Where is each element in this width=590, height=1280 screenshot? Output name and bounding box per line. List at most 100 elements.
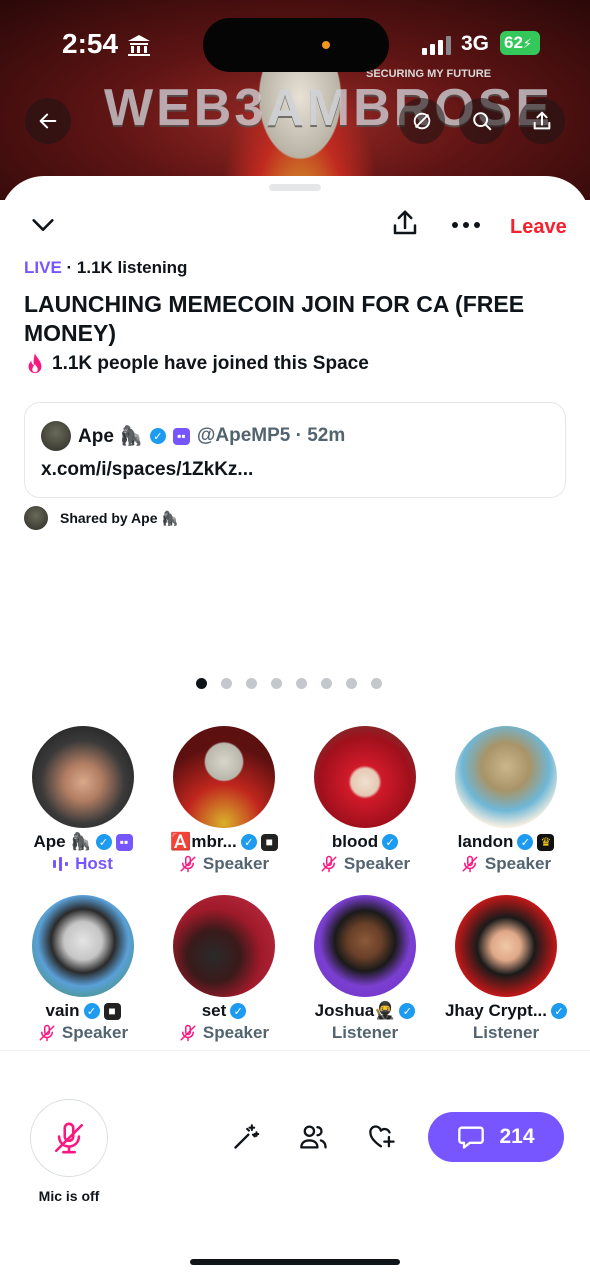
avatar [455,895,557,997]
grok-button[interactable] [399,98,445,144]
listening-count: · 1.1K listening [66,258,188,277]
space-sheet: Leave LIVE · 1.1K listening LAUNCHING ME… [0,176,590,1280]
participant-name-text: vain [45,1001,80,1020]
mic-off-icon [321,855,337,873]
participant-landon[interactable]: landon ✓ ♛ Speaker [436,726,576,874]
shared-by-text: Shared by Ape 🦍 [60,509,179,526]
avatar [32,895,134,997]
shared-by: Shared by Ape 🦍 [24,506,179,530]
page-dot[interactable] [221,678,232,689]
participant-jhay[interactable]: Jhay Crypt... ✓ Listener [436,895,576,1043]
more-dots-icon [452,222,480,228]
participant-name-text: Ape 🦍 [33,832,92,851]
participant-joshua[interactable]: Joshua🥷 ✓ Listener [295,895,435,1043]
dark-badge-icon: ■ [103,1002,121,1020]
mic-off-icon [54,1122,84,1154]
affiliate-badge-icon: ▪▪ [115,833,133,851]
page-dot[interactable] [371,678,382,689]
page-dot[interactable] [271,678,282,689]
participant-name: vain ✓ ■ [13,1001,153,1021]
page-dot[interactable] [296,678,307,689]
page-dot[interactable] [346,678,357,689]
participant-role-text: Host [75,854,113,873]
participant-role: Listener [295,1023,435,1043]
participant-role: Listener [436,1023,576,1043]
more-options-button[interactable] [450,210,482,240]
verified-badge-icon: ✓ [240,834,257,850]
participant-role: Speaker [436,854,576,874]
react-button[interactable] [366,1121,398,1153]
verified-badge-icon: ✓ [230,1003,247,1019]
participant-name-text: Jhay Crypt... [444,1001,548,1020]
participant-vain[interactable]: vain ✓ ■ Speaker [13,895,153,1043]
comments-button[interactable]: 214 [428,1112,564,1162]
verified-badge-icon: ✓ [83,1003,100,1019]
participant-blood[interactable]: blood ✓ Speaker [295,726,435,874]
participant-name-text: landon [457,832,514,851]
participant-set[interactable]: set ✓ Speaker [154,895,294,1043]
crown-badge-icon: ♛ [537,833,555,851]
search-icon [473,112,492,131]
dynamic-island [203,18,389,72]
participant-name: blood ✓ [295,832,435,852]
tweet-handle: @ApeMP5 · 52m [196,425,346,446]
search-button[interactable] [459,98,505,144]
tweet-header: Ape 🦍 ✓ ▪▪ @ApeMP5 · 52m [41,421,345,451]
battery-indicator: 62⚡ [500,31,540,55]
avatar [173,895,275,997]
avatar [41,421,71,451]
mic-status-label: Mic is off [38,1188,100,1204]
effects-button[interactable] [230,1121,262,1153]
minimize-button[interactable] [28,210,58,240]
avatar [314,895,416,997]
participant-name: Jhay Crypt... ✓ [436,1001,576,1021]
share-icon [533,111,551,130]
heart-plus-icon [369,1125,395,1148]
home-indicator[interactable] [190,1259,400,1265]
grok-icon [413,112,431,130]
participant-role: Speaker [154,854,294,874]
leave-button[interactable]: Leave [510,216,567,239]
verified-badge-icon: ✓ [399,1003,416,1019]
participant-role-text: Speaker [61,1023,129,1042]
comment-count: 214 [499,1125,535,1148]
magic-wand-icon [234,1124,260,1149]
mic-toggle-button[interactable] [30,1099,108,1177]
participant-ape[interactable]: Ape 🦍 ✓ ▪▪ Host [13,726,153,874]
back-button[interactable] [25,98,71,144]
page-dot[interactable] [246,678,257,689]
page-indicator[interactable] [196,678,382,689]
verified-badge-icon: ✓ [517,834,534,850]
space-toolbar: Leave [0,206,590,246]
mic-off-icon [39,1024,55,1042]
page-dot[interactable] [321,678,332,689]
participant-name: Ape 🦍 ✓ ▪▪ [13,832,153,852]
shared-tweet-card[interactable]: Ape 🦍 ✓ ▪▪ @ApeMP5 · 52m x.com/i/spaces/… [24,402,566,498]
share-icon [393,210,417,235]
verified-badge-icon: ✓ [551,1003,568,1019]
space-title: LAUNCHING MEMECOIN JOIN FOR CA (FREE MON… [24,291,525,346]
share-profile-button[interactable] [519,98,565,144]
fire-icon [28,353,42,374]
participant-role-text: Speaker [343,854,411,873]
share-space-button[interactable] [388,206,422,240]
participant-name-text: set [201,1001,227,1020]
participant-name-text: blood [331,832,379,851]
participant-role: Speaker [13,1023,153,1043]
participant-role-text: Speaker [202,854,270,873]
participant-name: Joshua🥷 ✓ [295,1001,435,1021]
bank-icon [128,35,150,56]
page-dot[interactable] [196,678,207,689]
sheet-grabber[interactable] [269,184,321,191]
participant-role: Speaker [295,854,435,874]
participant-role-text: Listener [472,1023,540,1042]
avatar [24,506,48,530]
avatar [32,726,134,828]
participant-ambr[interactable]: 🅰️mbr... ✓ ■ Speaker [154,726,294,874]
chevron-down-icon [32,219,54,231]
participant-name: landon ✓ ♛ [436,832,576,852]
live-status: LIVE · 1.1K listening [24,258,187,278]
people-button[interactable] [298,1121,330,1153]
mic-off-icon [180,1024,196,1042]
space-link[interactable]: x.com/i/spaces/1ZkKz... [41,459,253,481]
